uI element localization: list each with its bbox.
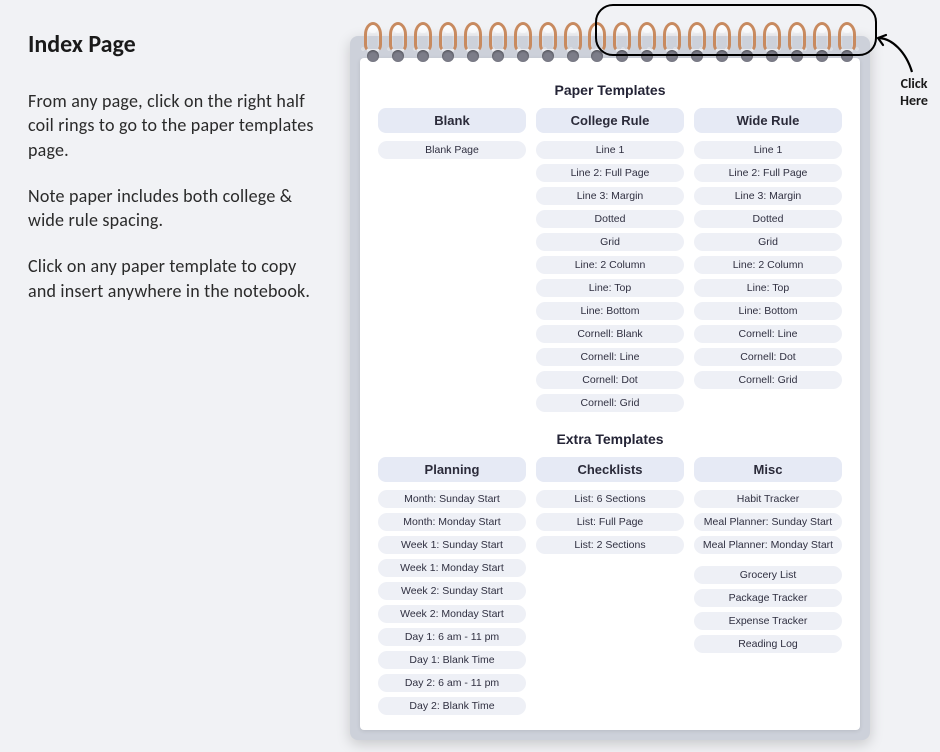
template-link[interactable]: Week 2: Sunday Start xyxy=(378,582,526,600)
template-column: College Rule Line 1 Line 2: Full Page Line … xyxy=(536,108,684,417)
spacer xyxy=(694,559,842,566)
coil-ring-right[interactable] xyxy=(838,22,856,64)
template-link[interactable]: Line 1 xyxy=(694,141,842,159)
template-link[interactable]: Line 2: Full Page xyxy=(694,164,842,182)
template-link[interactable]: Line: Bottom xyxy=(536,302,684,320)
coil-ring-left xyxy=(414,22,432,64)
column-header: Misc xyxy=(694,457,842,482)
instruction-paragraph: From any page, click on the right half c… xyxy=(28,89,318,162)
template-link[interactable]: Day 1: 6 am - 11 pm xyxy=(378,628,526,646)
callout-arrow-icon xyxy=(872,32,916,76)
section-title-paper: Paper Templates xyxy=(378,82,842,98)
column-header: Checklists xyxy=(536,457,684,482)
coil-ring-right[interactable] xyxy=(638,22,656,64)
coil-ring-left xyxy=(588,22,606,64)
template-link[interactable]: Reading Log xyxy=(694,635,842,653)
template-link[interactable]: Blank Page xyxy=(378,141,526,159)
template-column: Wide Rule Line 1 Line 2: Full Page Line 3: … xyxy=(694,108,842,417)
template-link[interactable]: Week 1: Sunday Start xyxy=(378,536,526,554)
template-link[interactable]: Meal Planner: Monday Start xyxy=(694,536,842,554)
template-link[interactable]: List: 2 Sections xyxy=(536,536,684,554)
instruction-paragraph: Note paper includes both college & wide … xyxy=(28,184,318,233)
template-column: Blank Blank Page xyxy=(378,108,526,417)
coil-ring-left xyxy=(364,22,382,64)
coil-ring-left xyxy=(514,22,532,64)
callout-label: Click Here xyxy=(890,76,938,110)
template-link[interactable]: Line 3: Margin xyxy=(536,187,684,205)
column-header: Planning xyxy=(378,457,526,482)
template-link[interactable]: Week 1: Monday Start xyxy=(378,559,526,577)
template-link[interactable]: Day 2: Blank Time xyxy=(378,697,526,715)
template-link[interactable]: Day 1: Blank Time xyxy=(378,651,526,669)
template-link[interactable]: Cornell: Line xyxy=(694,325,842,343)
template-link[interactable]: Month: Sunday Start xyxy=(378,490,526,508)
template-link[interactable]: Dotted xyxy=(694,210,842,228)
template-link[interactable]: List: 6 Sections xyxy=(536,490,684,508)
template-link[interactable]: Line: Top xyxy=(694,279,842,297)
template-link[interactable]: Cornell: Grid xyxy=(694,371,842,389)
extra-columns: Planning Month: Sunday Start Month: Monday… xyxy=(378,457,842,720)
column-header: Wide Rule xyxy=(694,108,842,133)
template-link[interactable]: Cornell: Dot xyxy=(694,348,842,366)
coil-ring-left xyxy=(489,22,507,64)
template-link[interactable]: Dotted xyxy=(536,210,684,228)
coil-ring-right[interactable] xyxy=(788,22,806,64)
page-title: Index Page xyxy=(28,30,318,59)
coil-ring-right[interactable] xyxy=(738,22,756,64)
paper-columns: Blank Blank Page College Rule Line 1 Line 2:… xyxy=(378,108,842,417)
coil-ring-left xyxy=(439,22,457,64)
template-link[interactable]: Meal Planner: Sunday Start xyxy=(694,513,842,531)
coil-ring-right[interactable] xyxy=(613,22,631,64)
template-link[interactable]: Line 1 xyxy=(536,141,684,159)
coil-ring-left xyxy=(464,22,482,64)
template-link[interactable]: Cornell: Line xyxy=(536,348,684,366)
template-link[interactable]: Cornell: Blank xyxy=(536,325,684,343)
template-link[interactable]: List: Full Page xyxy=(536,513,684,531)
template-link[interactable]: Expense Tracker xyxy=(694,612,842,630)
template-link[interactable]: Line: Top xyxy=(536,279,684,297)
template-link[interactable]: Line 2: Full Page xyxy=(536,164,684,182)
template-link[interactable]: Line: Bottom xyxy=(694,302,842,320)
template-link[interactable]: Package Tracker xyxy=(694,589,842,607)
coil-ring-right[interactable] xyxy=(688,22,706,64)
template-link[interactable]: Week 2: Monday Start xyxy=(378,605,526,623)
coil-ring-right[interactable] xyxy=(813,22,831,64)
template-column: Checklists List: 6 Sections List: Full Pag… xyxy=(536,457,684,720)
coil-ring-right[interactable] xyxy=(713,22,731,64)
notebook: Paper Templates Blank Blank Page College R… xyxy=(350,20,870,740)
template-column: Planning Month: Sunday Start Month: Monday… xyxy=(378,457,526,720)
column-header: Blank xyxy=(378,108,526,133)
template-link[interactable]: Grid xyxy=(694,233,842,251)
coil-ring-right[interactable] xyxy=(763,22,781,64)
column-header: College Rule xyxy=(536,108,684,133)
coil-ring-right[interactable] xyxy=(663,22,681,64)
instruction-paragraph: Click on any paper tem­plate to copy and… xyxy=(28,254,318,303)
template-link[interactable]: Grid xyxy=(536,233,684,251)
template-link[interactable]: Cornell: Dot xyxy=(536,371,684,389)
template-link[interactable]: Line 3: Margin xyxy=(694,187,842,205)
coil-ring-left xyxy=(539,22,557,64)
template-link[interactable]: Day 2: 6 am - 11 pm xyxy=(378,674,526,692)
template-column: Misc Habit Tracker Meal Planner: Sunday St… xyxy=(694,457,842,720)
template-link[interactable]: Habit Tracker xyxy=(694,490,842,508)
coil-ring-left xyxy=(389,22,407,64)
template-link[interactable]: Month: Monday Start xyxy=(378,513,526,531)
left-column: Index Page From any page, click on the r… xyxy=(28,30,318,325)
coil-ring-left xyxy=(564,22,582,64)
template-link[interactable]: Grocery List xyxy=(694,566,842,584)
section-title-extra: Extra Templates xyxy=(378,431,842,447)
template-link[interactable]: Cornell: Grid xyxy=(536,394,684,412)
template-link[interactable]: Line: 2 Column xyxy=(536,256,684,274)
template-link[interactable]: Line: 2 Column xyxy=(694,256,842,274)
notebook-page: Paper Templates Blank Blank Page College R… xyxy=(360,58,860,730)
